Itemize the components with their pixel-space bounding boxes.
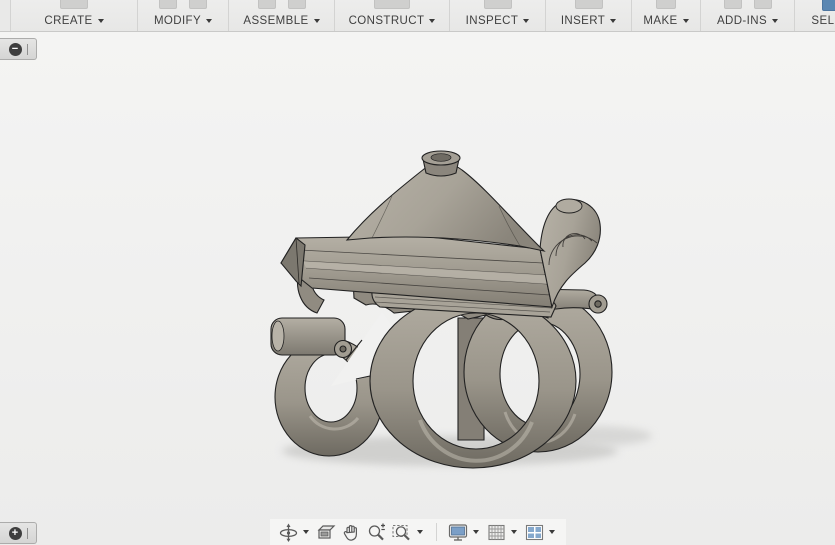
menu-assemble[interactable]: ASSEMBLE <box>241 15 321 27</box>
assemble-icon-2[interactable] <box>287 0 306 9</box>
toolbar-panel-modify: MODIFY <box>138 0 229 31</box>
menu-inspect-label: INSPECT <box>465 15 519 27</box>
magnifier-plus-minus-icon <box>368 523 385 540</box>
menu-construct[interactable]: CONSTRUCT <box>347 15 438 27</box>
menu-make[interactable]: MAKE <box>641 15 690 27</box>
navigation-bar <box>269 519 566 545</box>
model-3d-scroll-hook-bracket[interactable] <box>0 32 835 545</box>
select-tool-icon[interactable] <box>822 0 835 11</box>
display-settings-dropdown-caret[interactable] <box>472 530 479 534</box>
orbit-button[interactable] <box>276 520 301 545</box>
grid-icon <box>487 524 505 540</box>
menu-assemble-label: ASSEMBLE <box>243 15 309 27</box>
hand-icon <box>343 524 357 541</box>
chevron-down-icon <box>429 19 436 23</box>
chevron-down-icon <box>772 19 779 23</box>
viewports-button[interactable] <box>522 520 547 545</box>
menu-make-label: MAKE <box>643 15 678 27</box>
menu-create-label: CREATE <box>44 15 93 27</box>
look-at-icon <box>317 524 335 539</box>
insert-icon[interactable] <box>574 0 603 9</box>
zoom-button[interactable] <box>364 520 389 545</box>
orbit-icon <box>279 523 297 542</box>
top-toolbar: CREATE MODIFY ASSEMBLE CONSTRUCT INSPECT… <box>0 0 835 32</box>
chevron-down-icon <box>206 19 213 23</box>
toolbar-panel-inspect: INSPECT <box>450 0 546 31</box>
navbar-divider <box>435 523 437 541</box>
construct-icon[interactable] <box>374 0 410 9</box>
menu-insert[interactable]: INSERT <box>559 15 618 27</box>
grid-button[interactable] <box>484 520 509 545</box>
toolbar-panel-make: MAKE <box>632 0 701 31</box>
toolbar-panel-create: CREATE <box>11 0 138 31</box>
expand-icon: + <box>8 526 22 540</box>
chevron-down-icon <box>97 19 104 23</box>
browser-collapse-button[interactable]: − <box>0 38 37 60</box>
viewport-canvas[interactable]: − + <box>0 32 835 545</box>
viewports-dropdown-caret[interactable] <box>548 530 555 534</box>
grip-handle <box>26 43 28 55</box>
addins-icon-2[interactable] <box>753 0 772 9</box>
menu-inspect[interactable]: INSPECT <box>464 15 532 27</box>
pan-button[interactable] <box>339 520 364 545</box>
display-settings-button[interactable] <box>445 520 471 545</box>
timeline-expand-button[interactable]: + <box>0 522 37 544</box>
make-icon[interactable] <box>656 0 676 9</box>
chevron-down-icon <box>610 19 617 23</box>
toolbar-lead-strip <box>0 0 11 31</box>
inspect-icon[interactable] <box>483 0 512 9</box>
assemble-icon[interactable] <box>257 0 276 9</box>
fit-button[interactable] <box>389 520 415 545</box>
menu-addins[interactable]: ADD-INS <box>715 15 780 27</box>
model-body[interactable] <box>270 150 613 469</box>
look-at-button[interactable] <box>314 520 339 545</box>
viewports-icon <box>525 524 543 540</box>
menu-modify-label: MODIFY <box>153 15 202 27</box>
toolbar-panel-construct: CONSTRUCT <box>335 0 450 31</box>
menu-insert-label: INSERT <box>560 15 606 27</box>
menu-select[interactable]: SELECT <box>809 15 835 27</box>
grid-dropdown-caret[interactable] <box>510 530 517 534</box>
menu-select-label: SELECT <box>811 15 835 27</box>
modify-icon-2[interactable] <box>189 0 207 9</box>
toolbar-panel-assemble: ASSEMBLE <box>229 0 335 31</box>
collapse-icon: − <box>8 42 22 56</box>
chevron-down-icon <box>682 19 689 23</box>
menu-modify[interactable]: MODIFY <box>152 15 214 27</box>
toolbar-panel-addins: ADD-INS <box>701 0 795 31</box>
magnifier-window-icon <box>391 524 410 540</box>
modify-icon[interactable] <box>159 0 177 9</box>
grip-handle <box>26 527 28 539</box>
monitor-icon <box>448 523 467 541</box>
addins-icon[interactable] <box>723 0 742 9</box>
chevron-down-icon <box>313 19 320 23</box>
fit-dropdown-caret[interactable] <box>416 530 423 534</box>
menu-create[interactable]: CREATE <box>42 15 105 27</box>
toolbar-panel-select: SELECT <box>795 0 835 31</box>
create-icon[interactable] <box>60 0 88 9</box>
toolbar-panel-insert: INSERT <box>546 0 632 31</box>
orbit-dropdown-caret[interactable] <box>302 530 309 534</box>
chevron-down-icon <box>523 19 530 23</box>
menu-construct-label: CONSTRUCT <box>348 15 425 27</box>
menu-addins-label: ADD-INS <box>716 15 768 27</box>
